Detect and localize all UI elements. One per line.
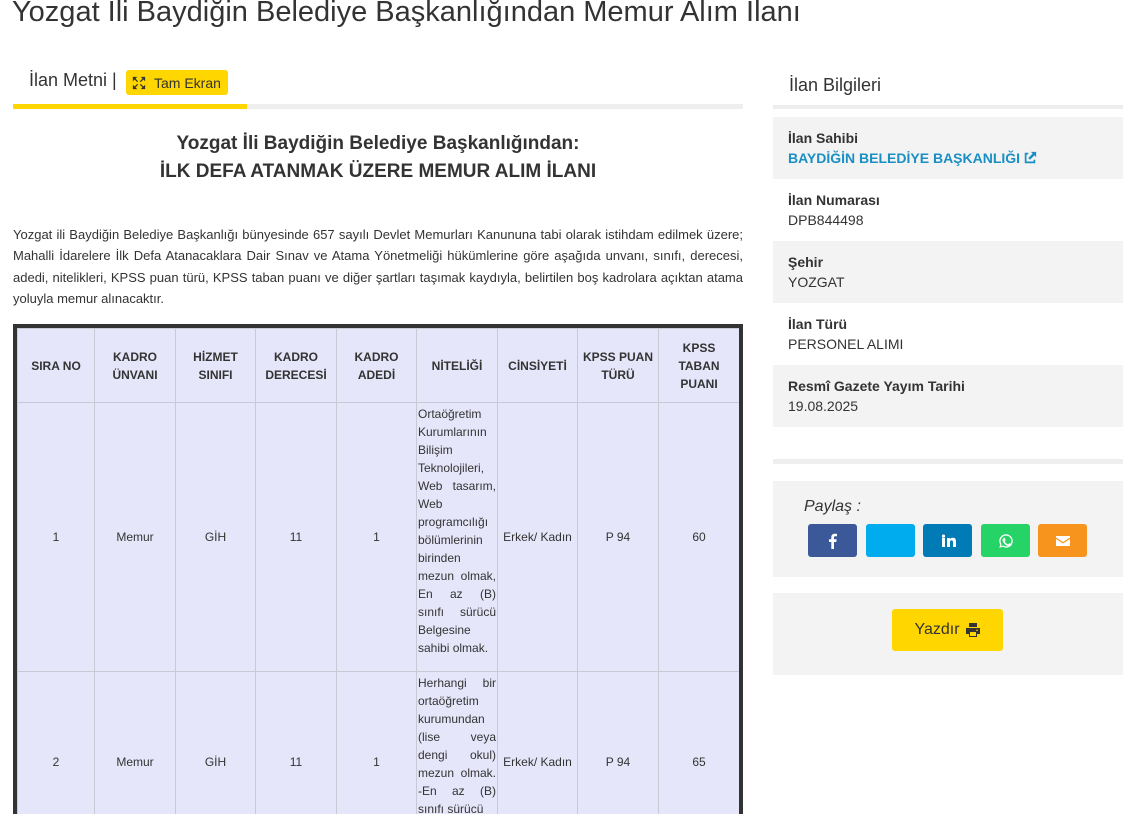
info-city: Şehir YOZGAT xyxy=(773,241,1123,303)
share-twitter-button[interactable] xyxy=(866,524,915,557)
share-whatsapp-button[interactable] xyxy=(981,524,1030,557)
sidebar-divider-2 xyxy=(773,459,1123,464)
number-label: İlan Numarası xyxy=(788,191,1108,209)
document-heading-line2: İLK DEFA ATANMAK ÜZERE MEMUR ALIM İLANI xyxy=(13,158,743,186)
print-panel: Yazdır xyxy=(773,593,1123,675)
share-email-button[interactable] xyxy=(1038,524,1087,557)
document-heading: Yozgat İli Baydiğin Belediye Başkanlığın… xyxy=(13,130,743,186)
gazette-value: 19.08.2025 xyxy=(788,395,1108,417)
cell-cinsiyet: Erkek/ Kadın xyxy=(498,672,578,814)
column-header: KADRO ADEDİ xyxy=(337,329,417,403)
tab-bar: İlan Metni | Tam Ekran xyxy=(13,62,743,108)
share-facebook-button[interactable] xyxy=(808,524,857,557)
external-link-icon xyxy=(1023,151,1037,165)
column-header: KADRO ÜNVANI xyxy=(95,329,176,403)
fullscreen-button[interactable]: Tam Ekran xyxy=(126,70,228,95)
type-value: PERSONEL ALIMI xyxy=(788,333,1108,355)
owner-link[interactable]: BAYDİĞİN BELEDİYE BAŞKANLIĞI xyxy=(788,147,1108,169)
column-header: CİNSİYETİ xyxy=(498,329,578,403)
city-label: Şehir xyxy=(788,253,1108,271)
gazette-label: Resmî Gazete Yayım Tarihi xyxy=(788,377,1108,395)
city-value: YOZGAT xyxy=(788,271,1108,293)
share-panel: Paylaş : xyxy=(773,481,1123,577)
column-header: NİTELİĞİ xyxy=(417,329,498,403)
positions-table: SIRA NO KADRO ÜNVANI HİZMET SINIFI KADRO… xyxy=(13,324,743,814)
table-row: 2 Memur GİH 11 1 Herhangi bir ortaöğreti… xyxy=(18,672,740,814)
cell-nitelik: Herhangi bir ortaöğretim kurumundan (lis… xyxy=(417,672,498,814)
owner-label: İlan Sahibi xyxy=(788,129,1108,147)
document-intro: Yozgat ili Baydiğin Belediye Başkanlığı … xyxy=(13,224,743,309)
cell-puan-turu: P 94 xyxy=(578,672,659,814)
info-number: İlan Numarası DPB844498 xyxy=(773,179,1123,241)
envelope-icon xyxy=(1055,533,1071,549)
column-header: SIRA NO xyxy=(18,329,95,403)
tab-ilan-metni[interactable]: İlan Metni | xyxy=(29,70,117,91)
print-label: Yazdır xyxy=(914,621,959,639)
column-header: KPSS PUAN TÜRÜ xyxy=(578,329,659,403)
cell-sira: 1 xyxy=(18,403,95,672)
cell-derece: 11 xyxy=(256,403,337,672)
page-title: Yozgat İli Baydiğin Belediye Başkanlığın… xyxy=(12,0,801,29)
cell-taban: 65 xyxy=(659,672,740,814)
table-header-row: SIRA NO KADRO ÜNVANI HİZMET SINIFI KADRO… xyxy=(18,329,740,403)
sidebar-title: İlan Bilgileri xyxy=(789,75,881,96)
info-owner: İlan Sahibi BAYDİĞİN BELEDİYE BAŞKANLIĞI xyxy=(773,117,1123,179)
cell-sira: 2 xyxy=(18,672,95,814)
twitter-icon xyxy=(883,533,899,549)
cell-derece: 11 xyxy=(256,672,337,814)
table-row: 1 Memur GİH 11 1 Ortaöğretim Kurumlarını… xyxy=(18,403,740,672)
type-label: İlan Türü xyxy=(788,315,1108,333)
column-header: HİZMET SINIFI xyxy=(176,329,256,403)
cell-adet: 1 xyxy=(337,672,417,814)
share-label: Paylaş : xyxy=(804,498,861,516)
whatsapp-icon xyxy=(998,533,1014,549)
cell-puan-turu: P 94 xyxy=(578,403,659,672)
cell-unvan: Memur xyxy=(95,403,176,672)
print-icon xyxy=(965,622,981,638)
share-linkedin-button[interactable] xyxy=(923,524,972,557)
expand-icon xyxy=(132,76,146,90)
number-value: DPB844498 xyxy=(788,209,1108,231)
cell-adet: 1 xyxy=(337,403,417,672)
column-header: KADRO DERECESİ xyxy=(256,329,337,403)
facebook-icon xyxy=(825,533,841,549)
document-heading-line1: Yozgat İli Baydiğin Belediye Başkanlığın… xyxy=(13,130,743,158)
cell-unvan: Memur xyxy=(95,672,176,814)
cell-taban: 60 xyxy=(659,403,740,672)
owner-value: BAYDİĞİN BELEDİYE BAŞKANLIĞI xyxy=(788,147,1020,169)
info-gazette: Resmî Gazete Yayım Tarihi 19.08.2025 xyxy=(773,365,1123,427)
cell-cinsiyet: Erkek/ Kadın xyxy=(498,403,578,672)
fullscreen-label: Tam Ekran xyxy=(154,75,221,91)
sidebar-divider xyxy=(773,105,1123,109)
print-button[interactable]: Yazdır xyxy=(892,609,1003,651)
column-header: KPSS TABAN PUANI xyxy=(659,329,740,403)
cell-nitelik: Ortaöğretim Kurumlarının Bilişim Teknolo… xyxy=(417,403,498,672)
linkedin-icon xyxy=(940,533,956,549)
cell-sinif: GİH xyxy=(176,403,256,672)
tab-active-indicator xyxy=(13,104,247,109)
info-type: İlan Türü PERSONEL ALIMI xyxy=(773,303,1123,365)
cell-sinif: GİH xyxy=(176,672,256,814)
